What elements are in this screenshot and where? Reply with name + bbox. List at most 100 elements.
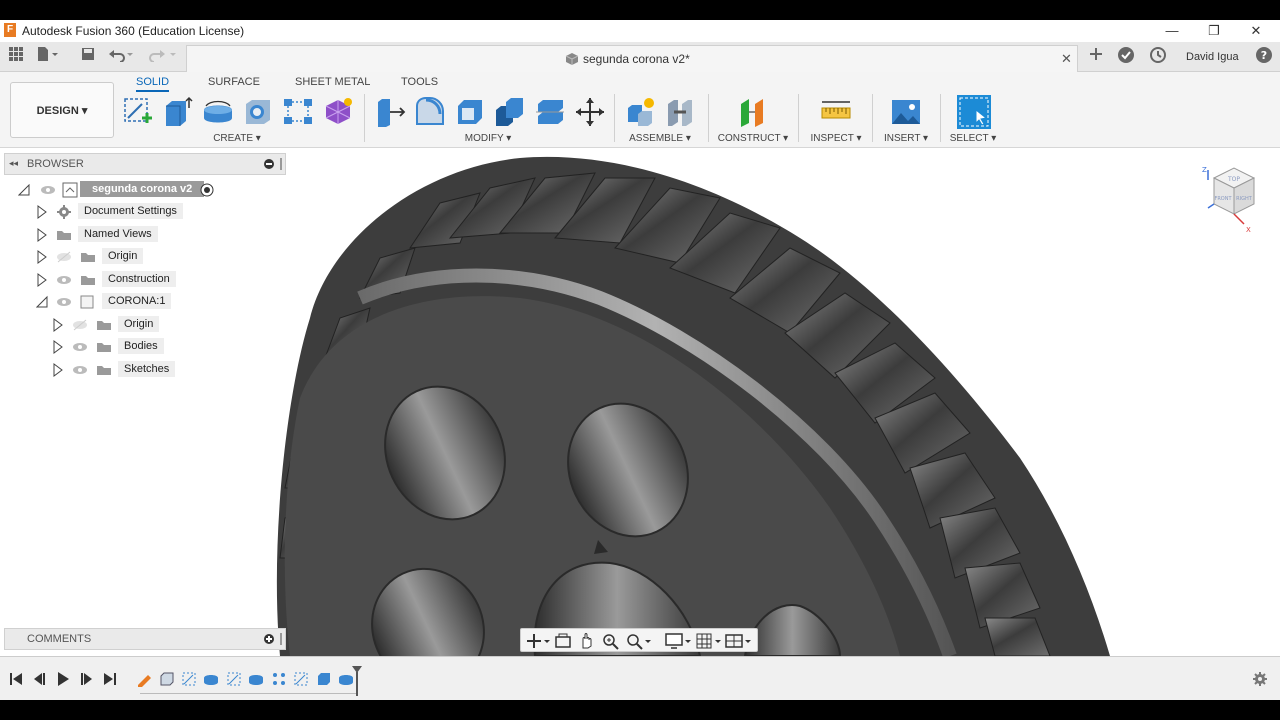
comments-title: COMMENTS <box>27 633 92 645</box>
select-icon[interactable] <box>956 94 992 130</box>
minimize-button[interactable]: — <box>1158 22 1186 40</box>
collapsed-triangle-icon <box>53 318 63 332</box>
undo-icon[interactable] <box>108 46 133 66</box>
inspect-group-label[interactable]: INSPECT ▾ <box>808 133 864 144</box>
close-window-button[interactable]: ✕ <box>1242 22 1270 40</box>
3d-viewport[interactable]: TOP FRONT RIGHT X Z <box>0 148 1280 656</box>
revolve-icon[interactable] <box>202 96 234 128</box>
close-tab-button[interactable]: ✕ <box>1061 51 1072 67</box>
timeline-settings-gear-icon[interactable] <box>1252 671 1268 687</box>
document-tab[interactable]: segunda corona v2* ✕ <box>186 45 1078 72</box>
pan-hand-icon[interactable] <box>578 632 596 650</box>
display-settings-icon[interactable] <box>665 632 693 650</box>
fusion-app-icon: F <box>4 23 16 37</box>
grid-settings-icon[interactable] <box>695 632 723 650</box>
measure-icon[interactable] <box>820 96 852 128</box>
document-tab-title: segunda corona v2* <box>583 52 690 66</box>
save-icon[interactable] <box>78 46 98 66</box>
split-body-icon[interactable] <box>534 96 566 128</box>
move-copy-icon[interactable] <box>574 96 606 128</box>
comments-panel-header[interactable]: COMMENTS <box>4 628 286 650</box>
tree-item-label: Origin <box>118 316 160 332</box>
fillet-icon[interactable] <box>414 96 446 128</box>
gear-model[interactable] <box>0 148 1280 656</box>
timeline-extrude-feature-icon[interactable] <box>316 671 332 687</box>
timeline-sketch-feature-icon[interactable] <box>226 671 242 687</box>
add-comment-icon[interactable] <box>264 634 274 644</box>
timeline-sketch-feature-icon[interactable] <box>136 671 152 687</box>
tab-solid[interactable]: SOLID <box>136 76 170 92</box>
create-form-icon[interactable] <box>322 96 354 128</box>
user-name[interactable]: David Igua <box>1186 51 1239 63</box>
tree-item-label: Origin <box>102 248 144 264</box>
view-cube[interactable]: TOP FRONT RIGHT X Z <box>1200 164 1264 236</box>
new-component-icon[interactable] <box>624 96 656 128</box>
timeline-revolve-feature-icon[interactable] <box>203 671 219 687</box>
viewports-icon[interactable] <box>725 632 753 650</box>
timeline-track <box>140 693 356 694</box>
zoom-icon[interactable] <box>601 632 619 650</box>
workspace-switcher[interactable]: DESIGN ▾ <box>10 82 114 138</box>
timeline-sketch-feature-icon[interactable] <box>181 671 197 687</box>
collapse-panel-icon[interactable] <box>264 159 274 169</box>
collapsed-triangle-icon <box>53 363 63 377</box>
tree-item-label: Bodies <box>118 338 164 354</box>
browser-panel-header[interactable]: ◂◂ BROWSER <box>4 153 286 175</box>
new-tab-icon[interactable] <box>1086 46 1106 66</box>
tab-surface[interactable]: SURFACE <box>208 76 260 88</box>
timeline-sketch-feature-icon[interactable] <box>293 671 309 687</box>
offset-plane-icon[interactable] <box>737 96 769 128</box>
joint-icon[interactable] <box>664 96 696 128</box>
grid-menu-icon[interactable] <box>6 46 26 66</box>
construct-group-label[interactable]: CONSTRUCT ▾ <box>716 133 790 144</box>
tree-item-label: Document Settings <box>78 203 183 219</box>
shell-icon[interactable] <box>454 96 486 128</box>
browser-title: BROWSER <box>27 158 84 170</box>
go-to-start-icon[interactable] <box>8 671 24 687</box>
pattern-icon[interactable] <box>282 96 314 128</box>
job-status-icon[interactable] <box>1116 46 1136 66</box>
tree-item-label: Sketches <box>118 361 176 377</box>
collapsed-triangle-icon <box>37 205 47 219</box>
timeline-revolve-feature-icon[interactable] <box>248 671 264 687</box>
axis-z-label: Z <box>1202 166 1207 174</box>
create-sketch-icon[interactable] <box>122 96 154 128</box>
notifications-clock-icon[interactable] <box>1148 46 1168 66</box>
redo-icon[interactable] <box>148 46 176 66</box>
root-document-label[interactable]: segunda corona v2 <box>80 181 205 197</box>
play-icon[interactable] <box>55 671 71 687</box>
look-at-icon[interactable] <box>554 632 572 650</box>
assemble-group-label[interactable]: ASSEMBLE ▾ <box>628 133 692 144</box>
go-to-end-icon[interactable] <box>102 671 118 687</box>
collapse-browser-icon[interactable]: ◂◂ <box>9 158 18 169</box>
combine-icon[interactable] <box>494 96 526 128</box>
press-pull-icon[interactable] <box>374 96 406 128</box>
help-icon[interactable]: ? <box>1254 46 1274 66</box>
modify-group-label[interactable]: MODIFY ▾ <box>446 133 530 144</box>
timeline-marker[interactable] <box>351 665 363 697</box>
folder-icon <box>97 343 111 352</box>
timeline-pattern-feature-icon[interactable] <box>271 671 287 687</box>
step-forward-icon[interactable] <box>78 671 94 687</box>
extrude-icon[interactable] <box>162 96 194 128</box>
eye-icon <box>41 186 55 194</box>
panel-grip-icon[interactable] <box>280 158 282 170</box>
select-group-label[interactable]: SELECT ▾ <box>946 133 1000 144</box>
tab-sheet-metal[interactable]: SHEET METAL <box>295 76 370 88</box>
insert-group-label[interactable]: INSERT ▾ <box>880 133 932 144</box>
insert-image-icon[interactable] <box>890 96 922 128</box>
hole-icon[interactable] <box>242 96 274 128</box>
orbit-icon[interactable] <box>525 632 551 650</box>
tab-tools[interactable]: TOOLS <box>401 76 438 88</box>
eye-icon <box>73 343 87 351</box>
fit-zoom-icon[interactable] <box>625 632 653 650</box>
title-bar: F Autodesk Fusion 360 (Education License… <box>0 20 1280 42</box>
component-icon <box>80 295 94 309</box>
step-back-icon[interactable] <box>32 671 48 687</box>
restore-button[interactable]: ❐ <box>1200 22 1228 40</box>
tree-item-label: CORONA:1 <box>102 293 172 309</box>
timeline-extrude-feature-icon[interactable] <box>159 671 175 687</box>
create-group-label[interactable]: CREATE ▾ <box>196 133 278 144</box>
panel-grip-icon[interactable] <box>280 633 282 645</box>
file-menu-icon[interactable] <box>36 46 58 66</box>
